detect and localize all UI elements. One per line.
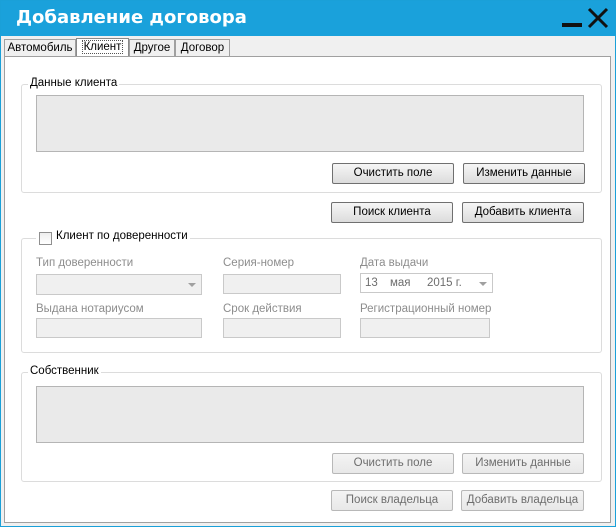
add-owner-button[interactable]: Добавить владельца [461,490,584,511]
client-edit-button[interactable]: Изменить данные [463,163,585,184]
notary-field[interactable] [36,318,202,338]
owner-group: Собственник Очистить поле Изменить данны… [21,365,602,482]
proxy-type-select[interactable] [36,274,202,295]
proxy-type-label: Тип доверенности [36,257,134,269]
owner-textarea[interactable] [36,386,584,443]
client-data-group: Данные клиента Очистить поле Изменить да… [21,77,602,193]
owner-group-label: Собственник [28,365,101,377]
owner-edit-button[interactable]: Изменить данные [462,453,584,474]
proxy-checkbox-label: Клиент по доверенности [36,230,190,242]
tab-label: Договор [180,42,225,54]
issue-date-label: Дата выдачи [360,257,429,269]
add-contract-window: Добавление договора Автомобиль Клиент Др… [0,0,616,527]
close-icon[interactable] [587,7,609,29]
client-clear-button[interactable]: Очистить поле [332,163,454,184]
issue-date-day: 13 [365,277,378,289]
tab-automobile[interactable]: Автомобиль [4,39,76,56]
tab-other[interactable]: Другое [129,39,175,56]
title-bar: Добавление договора [1,1,615,36]
proxy-checkbox[interactable] [39,232,52,245]
notary-label: Выдана нотариусом [36,303,144,315]
client-data-textarea[interactable] [36,95,584,152]
search-owner-button[interactable]: Поиск владельца [331,490,453,511]
reg-number-field[interactable] [360,318,490,338]
serial-number-label: Серия-номер [223,257,295,269]
proxy-group: Клиент по доверенности Тип доверенности … [21,230,602,353]
owner-clear-button[interactable]: Очистить поле [332,453,454,474]
window-title: Добавление договора [16,7,247,28]
tab-label: Другое [133,42,171,54]
tab-panel-client: Данные клиента Очистить поле Изменить да… [4,56,611,523]
validity-field[interactable] [223,318,341,338]
chevron-down-icon [188,283,196,287]
tab-label: Клиент [81,40,124,54]
tab-client[interactable]: Клиент [76,38,129,57]
add-client-button[interactable]: Добавить клиента [462,202,584,223]
chevron-down-icon [479,282,487,286]
issue-date-year: 2015 г. [427,277,462,289]
serial-number-field[interactable] [223,274,341,294]
minimize-icon[interactable] [561,7,583,29]
validity-label: Срок действия [223,303,302,315]
tab-label: Автомобиль [7,42,73,54]
search-client-button[interactable]: Поиск клиента [331,202,453,223]
issue-date-month: мая [390,277,411,289]
reg-number-label: Регистрационный номер [360,303,492,315]
tab-contract[interactable]: Договор [175,39,230,56]
issue-date-picker[interactable]: 13 мая 2015 г. [360,273,493,293]
client-data-group-label: Данные клиента [28,77,120,89]
